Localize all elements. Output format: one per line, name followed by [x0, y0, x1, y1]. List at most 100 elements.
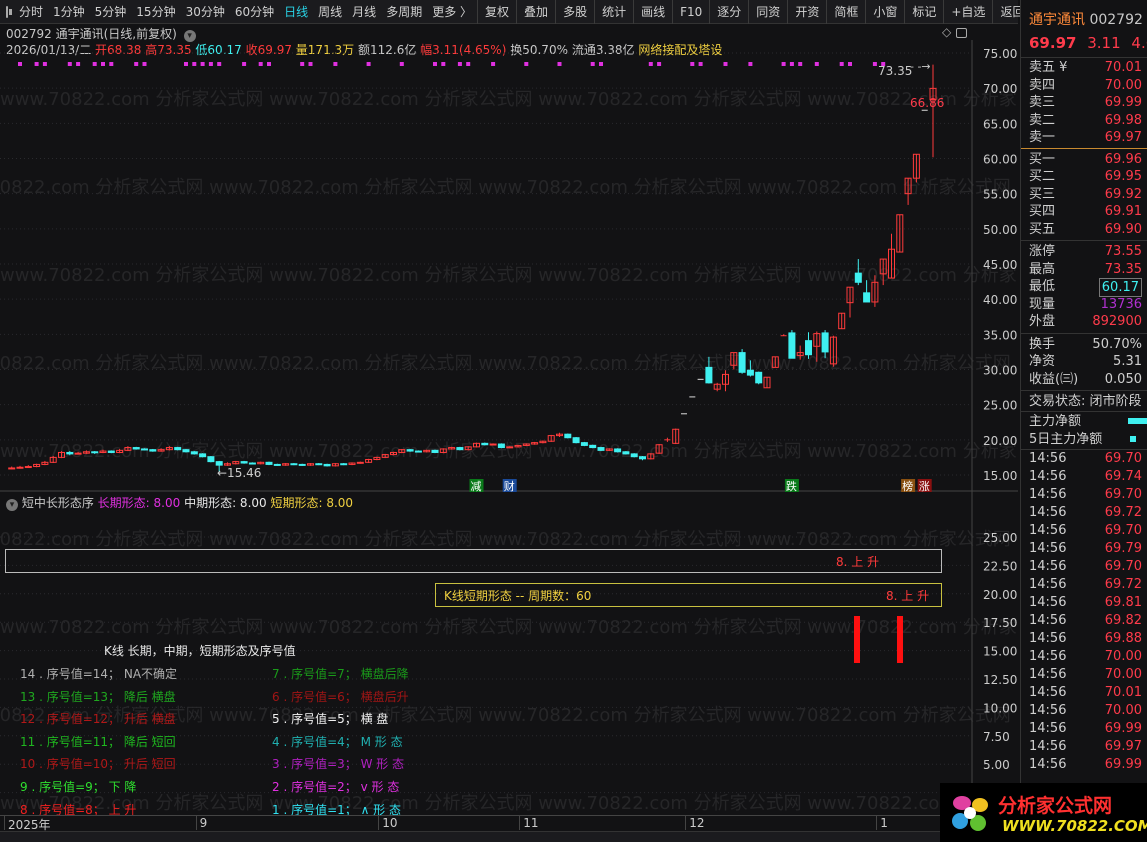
row-label: 买五 [1029, 221, 1056, 237]
tick-price: 69.99 [1104, 720, 1142, 736]
collapse-icon[interactable]: ▾ [6, 499, 18, 511]
row-value: 13736 [1100, 296, 1142, 312]
indicator-header: ▾ 短中长形态序 长期形态: 8.00 中期形态: 8.00 短期形态: 8.0… [6, 494, 353, 511]
x-tick [876, 816, 878, 830]
signal-dot [399, 62, 404, 66]
candle-body [614, 448, 622, 453]
legend-item: 4 . 序号值=4； M 形 态 [272, 734, 403, 749]
stat-row: 换手 50.70% [1029, 336, 1144, 353]
signal-dot [524, 62, 529, 66]
tick-row: 14:56 69.70 [1029, 450, 1144, 467]
main-net-row[interactable]: 主力净额 [1029, 413, 1147, 430]
candle-body [215, 461, 223, 466]
signal-dot [134, 62, 139, 66]
watermark: www.70822.com 分析家公式网 www.70822.com 分析家公式… [0, 353, 1011, 374]
candle-body [431, 449, 439, 453]
tick-time: 14:56 [1029, 756, 1067, 772]
candle-body [755, 371, 763, 384]
candle-body [406, 449, 414, 452]
bottom-tab-strip[interactable] [0, 831, 940, 842]
candle-body [199, 453, 207, 458]
tick-price: 69.70 [1104, 522, 1142, 538]
event-marker-label: 跌 [786, 479, 797, 493]
candle-body [805, 340, 812, 356]
candle-body [340, 463, 348, 466]
flower-logo-icon [952, 796, 988, 831]
candle-body [273, 463, 281, 466]
stock-name: 通宇通讯 [1029, 12, 1085, 28]
indicator-y-tick-label: 25.00 [983, 531, 1017, 545]
tick-row: 14:56 69.70 [1029, 558, 1144, 575]
ask-row: 卖四 70.00 [1029, 77, 1144, 94]
signal-dot [34, 62, 39, 66]
legend-item: 14 . 序号值=14； NA不确定 [20, 667, 178, 681]
tick-time: 14:56 [1029, 612, 1067, 628]
legend-item: 2 . 序号值=2； v 形 态 [272, 780, 400, 794]
y-tick-label: 55.00 [983, 188, 1017, 202]
candle-body [506, 446, 514, 449]
signal-dot [109, 62, 114, 66]
row-label: 卖四 [1029, 77, 1056, 93]
long-term-state: 8. 上 升 [836, 555, 880, 569]
main-net-5d-row[interactable]: 5日主力净额 [1029, 431, 1144, 448]
candle-body [132, 447, 140, 450]
candle-body [190, 451, 198, 455]
candle-body [298, 463, 306, 466]
tick-price: 69.81 [1104, 594, 1142, 610]
candle-body [356, 461, 364, 464]
row-label: 最高 [1029, 261, 1056, 277]
tick-time: 14:56 [1029, 666, 1067, 682]
row-label: 买三 [1029, 186, 1056, 202]
ask-row: 卖一 69.97 [1029, 129, 1144, 146]
tick-time: 14:56 [1029, 468, 1067, 484]
indicator-y-tick-label: 22.50 [983, 559, 1017, 573]
date-axis [0, 815, 1018, 831]
watermark: www.70822.com 分析家公式网 www.70822.com 分析家公式… [0, 265, 1018, 286]
tick-price: 69.70 [1104, 558, 1142, 574]
row-label: 买一 [1029, 151, 1056, 167]
mid-term-value: 中期形态: 8.00 [184, 496, 267, 510]
signal-dot [258, 62, 263, 66]
legend-item: 3 . 序号值=3； W 形 态 [272, 757, 405, 772]
row-value: 60.17 [1098, 278, 1142, 297]
tick-time: 14:56 [1029, 594, 1067, 610]
tick-time: 14:56 [1029, 630, 1067, 646]
legend-item: 6 . 序号值=6； 横盘后升 [272, 689, 409, 704]
indicator-y-tick-label: 15.00 [983, 645, 1017, 659]
candle-body [597, 447, 605, 451]
watermark: www.70822.com 分析家公式网 www.70822.com 分析家公式… [0, 617, 1018, 638]
signal-dot [590, 62, 595, 66]
tick-price: 69.72 [1104, 576, 1142, 592]
tick-price: 69.79 [1104, 540, 1142, 556]
y-tick-label: 45.00 [983, 258, 1017, 272]
stat-row: 收益(㈢) 0.050 [1029, 371, 1144, 388]
tick-price: 69.72 [1104, 504, 1142, 520]
tick-row: 14:56 69.70 [1029, 486, 1144, 503]
signal-dot [848, 62, 852, 66]
row-value: 69.98 [1104, 112, 1142, 128]
y-tick-label: 30.00 [983, 363, 1017, 377]
candle-body [821, 332, 829, 353]
indicator-name: 短中长形态序 [21, 496, 94, 510]
signal-dot [466, 62, 471, 66]
tick-time: 14:56 [1029, 540, 1067, 556]
event-marker-label: 减 [471, 480, 482, 493]
tick-row: 14:56 69.81 [1029, 594, 1144, 611]
candle-body [107, 450, 115, 453]
y-tick-label: 65.00 [983, 117, 1017, 131]
row-value: 69.92 [1104, 186, 1142, 202]
row-label: 卖一 [1029, 130, 1056, 145]
candle-body [74, 452, 82, 455]
row-value: 69.91 [1104, 204, 1142, 219]
candle-body [265, 461, 273, 465]
row-label: 涨停 [1029, 244, 1056, 259]
signal-dot [142, 62, 147, 66]
legend-item: 9 . 序号值=9； 下 降 [20, 780, 137, 794]
candle-body [240, 461, 248, 464]
tick-price: 69.82 [1104, 612, 1142, 628]
row-label: 卖二 [1029, 112, 1056, 128]
logo-text: 分析家公式网 [998, 795, 1113, 817]
signal-dot [781, 62, 786, 66]
x-tick-label: 9 [199, 816, 208, 830]
candle-body [630, 453, 638, 458]
